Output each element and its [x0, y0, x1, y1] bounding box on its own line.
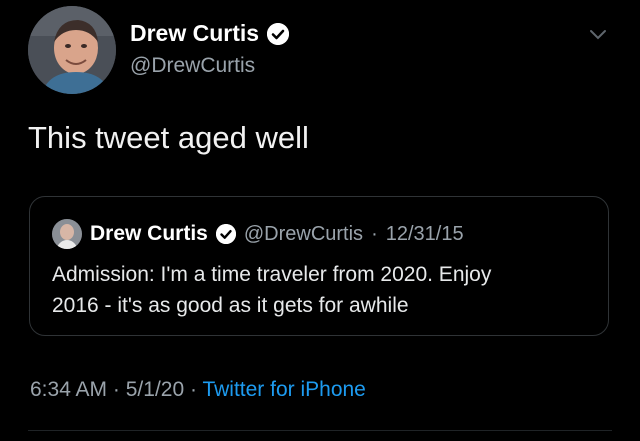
tweet-time[interactable]: 6:34 AM: [30, 378, 107, 401]
quoted-tweet-text: Admission: I'm a time traveler from 2020…: [52, 259, 592, 321]
quoted-author-avatar: [52, 219, 82, 249]
tweet-metadata: 6:34 AM · 5/1/20 · Twitter for iPhone: [30, 378, 366, 402]
tweet-text: This tweet aged well: [28, 120, 309, 155]
chevron-down-icon[interactable]: [588, 26, 608, 42]
author-display-name[interactable]: Drew Curtis: [130, 20, 259, 47]
divider: [28, 430, 612, 431]
quoted-author-handle: @DrewCurtis: [243, 222, 364, 245]
meta-separator: ·: [112, 378, 120, 401]
author-name-row[interactable]: Drew Curtis: [130, 20, 290, 47]
meta-separator: ·: [189, 378, 197, 401]
author-handle[interactable]: @DrewCurtis: [130, 54, 255, 78]
quoted-tweet-card[interactable]: Drew Curtis @DrewCurtis · 12/31/15 Admis…: [29, 196, 609, 336]
verified-badge-icon: [215, 224, 236, 244]
quoted-tweet-header: Drew Curtis @DrewCurtis · 12/31/15: [52, 219, 464, 249]
verified-badge-icon: [267, 22, 290, 45]
quoted-tweet-line: 2016 - it's as good as it gets for awhil…: [52, 294, 409, 317]
quoted-tweet-line: Admission: I'm a time traveler from 2020…: [52, 263, 492, 286]
tweet-date[interactable]: 5/1/20: [126, 378, 184, 401]
quoted-tweet-date: 12/31/15: [385, 222, 464, 245]
tweet-source-link[interactable]: Twitter for iPhone: [202, 378, 365, 401]
quoted-separator: ·: [371, 222, 378, 245]
author-avatar[interactable]: [28, 6, 116, 94]
quoted-author-name: Drew Curtis: [90, 222, 208, 245]
